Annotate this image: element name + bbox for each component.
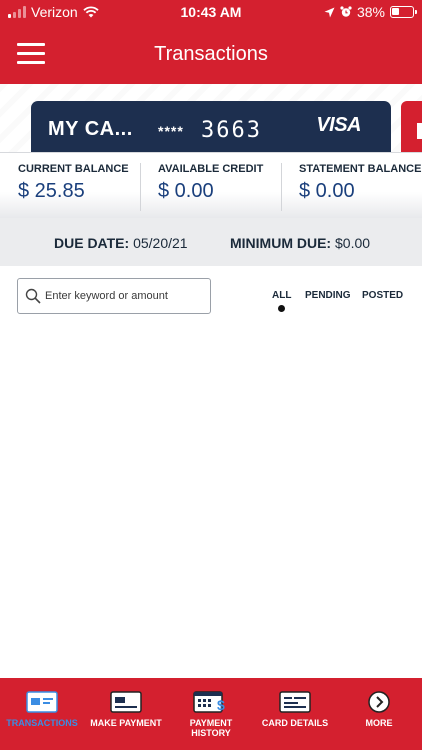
app-header: Verizon 10:43 AM 38% Transactions [0, 0, 422, 84]
balance-summary: CURRENT BALANCE $ 25.85 AVAILABLE CREDIT… [0, 152, 422, 218]
card-details-icon [279, 691, 311, 713]
bottom-tab-bar: TRANSACTIONS MAKE PAYMENT $ PAYMENT HIST… [0, 678, 422, 750]
credit-card[interactable]: MY CA... **** 3663 VISA [31, 101, 391, 152]
minimum-due-value: $0.00 [335, 235, 371, 251]
filter-pending[interactable]: PENDING [305, 290, 351, 301]
current-balance-label: CURRENT BALANCE [18, 163, 129, 175]
card-mask: **** [158, 123, 184, 139]
due-date-label: DUE DATE: [54, 235, 130, 251]
divider [281, 163, 282, 211]
minimum-due-label: MINIMUM DUE: [230, 235, 332, 251]
more-icon [368, 691, 390, 713]
status-bar: Verizon 10:43 AM 38% [0, 0, 422, 26]
statement-balance: STATEMENT BALANCE $ 0.00 [299, 163, 421, 203]
divider [140, 163, 141, 211]
current-balance: CURRENT BALANCE $ 25.85 [18, 163, 129, 203]
tab-make-payment[interactable]: MAKE PAYMENT [84, 678, 168, 750]
tab-card-details-label: CARD DETAILS [261, 718, 329, 728]
tab-more[interactable]: MORE [337, 678, 421, 750]
tab-more-label: MORE [365, 718, 393, 728]
tab-card-details[interactable]: CARD DETAILS [253, 678, 337, 750]
tab-transactions[interactable]: TRANSACTIONS [0, 678, 84, 750]
card-last4: 3663 [201, 118, 262, 143]
available-credit-value: $ 0.00 [158, 180, 214, 202]
tab-payment-history[interactable]: $ PAYMENT HISTORY [169, 678, 253, 750]
transaction-filters: ALL PENDING POSTED [0, 290, 422, 320]
minimum-due: MINIMUM DUE: $0.00 [230, 235, 370, 251]
due-date-value: 05/20/21 [133, 235, 188, 251]
battery-icon [390, 6, 417, 18]
selected-filter-indicator [278, 305, 285, 312]
svg-text:$: $ [217, 697, 225, 713]
current-balance-value: $ 25.85 [18, 180, 85, 202]
alarm-icon [340, 6, 352, 17]
available-credit-label: AVAILABLE CREDIT [158, 163, 264, 175]
page-title: Transactions [154, 43, 268, 65]
next-card-preview[interactable] [401, 101, 422, 152]
battery-percent: 38% [356, 4, 385, 20]
statement-balance-value: $ 0.00 [299, 180, 355, 202]
tab-make-payment-label: MAKE PAYMENT [90, 718, 162, 728]
due-info: DUE DATE: 05/20/21 MINIMUM DUE: $0.00 [0, 218, 422, 266]
filter-posted[interactable]: POSTED [362, 290, 403, 301]
tab-transactions-label: TRANSACTIONS [6, 718, 78, 728]
tab-payment-history-label: PAYMENT HISTORY [189, 718, 233, 738]
payment-history-icon: $ [193, 691, 225, 713]
location-icon [324, 7, 335, 17]
filter-all[interactable]: ALL [272, 290, 291, 301]
card-carousel[interactable]: MY CA... **** 3663 VISA [0, 84, 422, 152]
card-brand-logo: VISA [316, 114, 361, 136]
transactions-icon [26, 691, 58, 713]
status-right: 38% [324, 4, 417, 20]
due-date: DUE DATE: 05/20/21 [54, 235, 188, 251]
available-credit: AVAILABLE CREDIT $ 0.00 [158, 163, 263, 203]
card-name: MY CA... [48, 118, 133, 140]
make-payment-icon [110, 691, 142, 713]
statement-balance-label: STATEMENT BALANCE [299, 163, 422, 175]
